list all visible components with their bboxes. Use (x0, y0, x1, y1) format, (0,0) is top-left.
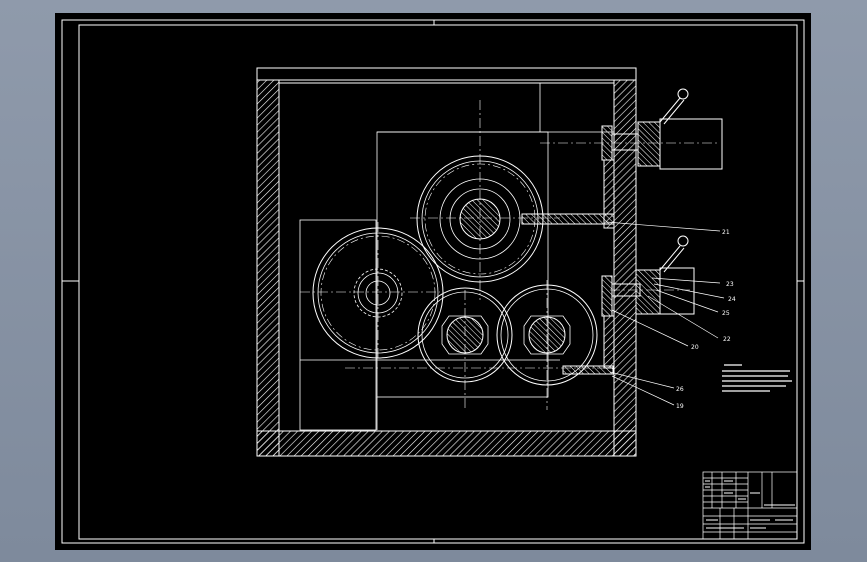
upper-shaft (521, 213, 615, 225)
cad-viewport[interactable]: 21 23 24 25 22 20 26 19 (55, 13, 811, 550)
label-19: 19 (676, 403, 684, 410)
assembly-drawing: 21 23 24 25 22 20 26 19 (61, 19, 805, 544)
construction-lines (299, 83, 614, 431)
label-24: 24 (728, 296, 736, 303)
technical-notes (722, 364, 792, 392)
label-23: 23 (726, 281, 734, 288)
label-20: 20 (691, 344, 699, 351)
label-22: 22 (723, 336, 731, 343)
inner-border (78, 24, 798, 540)
outer-border (61, 19, 805, 544)
title-block-glyphs (705, 480, 795, 529)
label-26: 26 (676, 386, 684, 393)
gearbox-housing (256, 67, 637, 457)
label-25: 25 (722, 310, 730, 317)
label-21: 21 (722, 229, 730, 236)
centering-marks (62, 20, 804, 543)
